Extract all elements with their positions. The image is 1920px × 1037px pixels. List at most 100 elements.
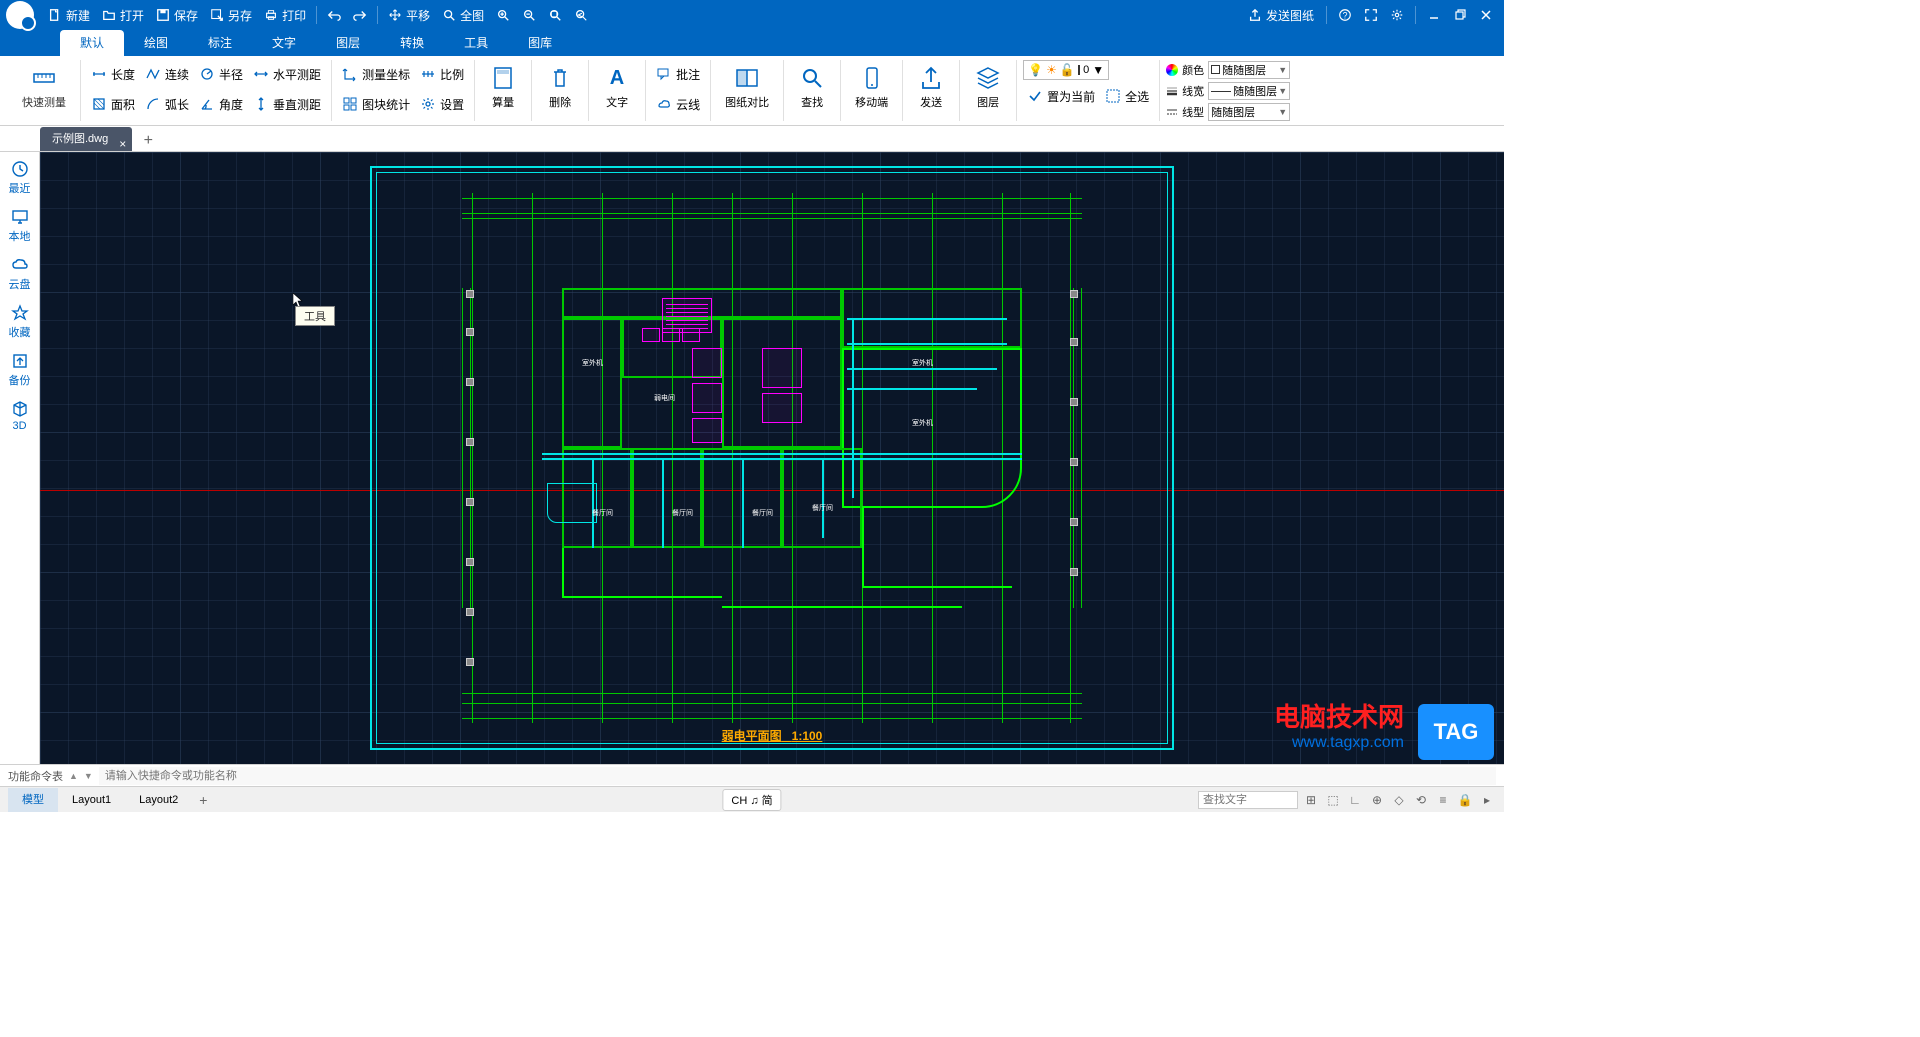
radius-button[interactable]: 半径 <box>195 60 247 88</box>
pan-button[interactable]: 平移 <box>382 3 436 27</box>
command-input[interactable] <box>99 767 1496 785</box>
fullscreen-button[interactable] <box>1359 3 1383 27</box>
status-lw-icon[interactable]: ≡ <box>1434 791 1452 809</box>
ime-indicator[interactable]: CH ♫ 简 <box>722 789 781 811</box>
svg-text:?: ? <box>1343 11 1348 21</box>
status-more-icon[interactable]: ▸ <box>1478 791 1496 809</box>
menu-tab-draw[interactable]: 绘图 <box>124 30 188 56</box>
sidebar-backup[interactable]: 备份 <box>9 352 31 388</box>
hdist-icon <box>253 66 269 82</box>
sidebar-recent[interactable]: 最近 <box>9 160 31 196</box>
save-button[interactable]: 保存 <box>150 3 204 27</box>
set-current-button[interactable]: 置为当前 <box>1023 82 1099 110</box>
ratio-button[interactable]: 比例 <box>416 60 468 88</box>
add-tab-button[interactable]: + <box>138 131 158 151</box>
redo-button[interactable] <box>347 3 373 27</box>
hdist-button[interactable]: 水平测距 <box>249 60 325 88</box>
color-swatch <box>1078 65 1080 75</box>
arc-button[interactable]: 弧长 <box>141 90 193 118</box>
status-polar-icon[interactable]: ⊕ <box>1368 791 1386 809</box>
drawing-canvas[interactable]: 室外机 餐厅间 餐厅间 餐厅间 餐厅间 室外机 室外机 弱电间 弱电平面图 1:… <box>40 152 1504 764</box>
file-tab[interactable]: 示例图.dwg× <box>40 127 132 151</box>
coord-button[interactable]: 测量坐标 <box>338 60 414 88</box>
layout-tab-1[interactable]: Layout1 <box>58 788 125 812</box>
fullview-button[interactable]: 全图 <box>436 3 490 27</box>
ratio-icon <box>420 66 436 82</box>
menu-tab-tools[interactable]: 工具 <box>444 30 508 56</box>
settings-button[interactable] <box>1385 3 1409 27</box>
print-button[interactable]: 打印 <box>258 3 312 27</box>
delete-button[interactable]: 删除 <box>538 60 582 114</box>
send-drawing-button[interactable]: 发送图纸 <box>1242 3 1320 27</box>
compare-button[interactable]: 图纸对比 <box>717 60 777 114</box>
trash-icon <box>546 64 574 92</box>
settings-ribbon-button[interactable]: 设置 <box>416 90 468 118</box>
menu-tab-annotate[interactable]: 标注 <box>188 30 252 56</box>
zoom-window-button[interactable] <box>542 3 568 27</box>
layout-tab-2[interactable]: Layout2 <box>125 788 192 812</box>
color-wheel-icon <box>1166 64 1178 76</box>
layout-tab-model[interactable]: 模型 <box>8 788 58 812</box>
chevron-up-icon[interactable]: ▲ <box>69 771 78 781</box>
calc-button[interactable]: 算量 <box>481 60 525 114</box>
cloud-button[interactable]: 云线 <box>652 90 704 118</box>
watermark-tag: TAG <box>1418 704 1494 760</box>
zoom-prev-button[interactable] <box>568 3 594 27</box>
find-button[interactable]: 查找 <box>790 60 834 114</box>
area-button[interactable]: 面积 <box>87 90 139 118</box>
vdist-button[interactable]: 垂直测距 <box>249 90 325 118</box>
new-button[interactable]: 新建 <box>42 3 96 27</box>
zoom-icon <box>442 8 456 22</box>
search-input[interactable] <box>1198 791 1298 809</box>
status-osnap-icon[interactable]: ◇ <box>1390 791 1408 809</box>
saveas-button[interactable]: 另存 <box>204 3 258 27</box>
zoom-in-button[interactable] <box>490 3 516 27</box>
menu-tab-layer[interactable]: 图层 <box>316 30 380 56</box>
annotate-button[interactable]: 批注 <box>652 60 704 88</box>
status-grid-icon[interactable]: ⊞ <box>1302 791 1320 809</box>
select-all-button[interactable]: 全选 <box>1101 82 1153 110</box>
open-button[interactable]: 打开 <box>96 3 150 27</box>
menu-tab-convert[interactable]: 转换 <box>380 30 444 56</box>
color-select[interactable]: 随随图层▼ <box>1208 61 1290 79</box>
layers-button[interactable]: 图层 <box>966 60 1010 114</box>
text-button[interactable]: A文字 <box>595 60 639 114</box>
status-lock-icon[interactable]: 🔒 <box>1456 791 1474 809</box>
app-logo <box>6 1 34 29</box>
menu-tab-default[interactable]: 默认 <box>60 30 124 56</box>
star-icon <box>11 304 29 322</box>
zoom-out-button[interactable] <box>516 3 542 27</box>
angle-button[interactable]: 角度 <box>195 90 247 118</box>
sidebar-favorite[interactable]: 收藏 <box>9 304 31 340</box>
sidebar-cloud[interactable]: 云盘 <box>9 256 31 292</box>
add-layout-button[interactable]: + <box>192 792 214 808</box>
cloud-line-icon <box>656 96 672 112</box>
text-icon: A <box>603 64 631 92</box>
color-label: 颜色 <box>1182 62 1204 78</box>
status-ortho-icon[interactable]: ∟ <box>1346 791 1364 809</box>
quick-measure-button[interactable]: 快速测量 <box>14 60 74 114</box>
status-snap-icon[interactable]: ⬚ <box>1324 791 1342 809</box>
length-button[interactable]: 长度 <box>87 60 139 88</box>
undo-button[interactable] <box>321 3 347 27</box>
minimize-button[interactable] <box>1422 3 1446 27</box>
blockstat-button[interactable]: 图块统计 <box>338 90 414 118</box>
blockstat-icon <box>342 96 358 112</box>
chevron-down-icon[interactable]: ▼ <box>84 771 93 781</box>
mobile-button[interactable]: 移动端 <box>847 60 896 114</box>
sidebar-local[interactable]: 本地 <box>9 208 31 244</box>
continuous-button[interactable]: 连续 <box>141 60 193 88</box>
calc-icon <box>489 64 517 92</box>
redo-icon <box>353 8 367 22</box>
lineweight-select[interactable]: 随随图层▼ <box>1208 82 1290 100</box>
menu-tab-text[interactable]: 文字 <box>252 30 316 56</box>
maximize-button[interactable] <box>1448 3 1472 27</box>
help-button[interactable]: ? <box>1333 3 1357 27</box>
menu-tab-library[interactable]: 图库 <box>508 30 572 56</box>
linetype-select[interactable]: 随随图层▼ <box>1208 103 1290 121</box>
send-button[interactable]: 发送 <box>909 60 953 114</box>
layer-selector[interactable]: 💡 ☀ 🔓 0 ▼ <box>1023 60 1109 80</box>
sidebar-3d[interactable]: 3D <box>11 400 29 432</box>
close-button[interactable] <box>1474 3 1498 27</box>
status-track-icon[interactable]: ⟲ <box>1412 791 1430 809</box>
